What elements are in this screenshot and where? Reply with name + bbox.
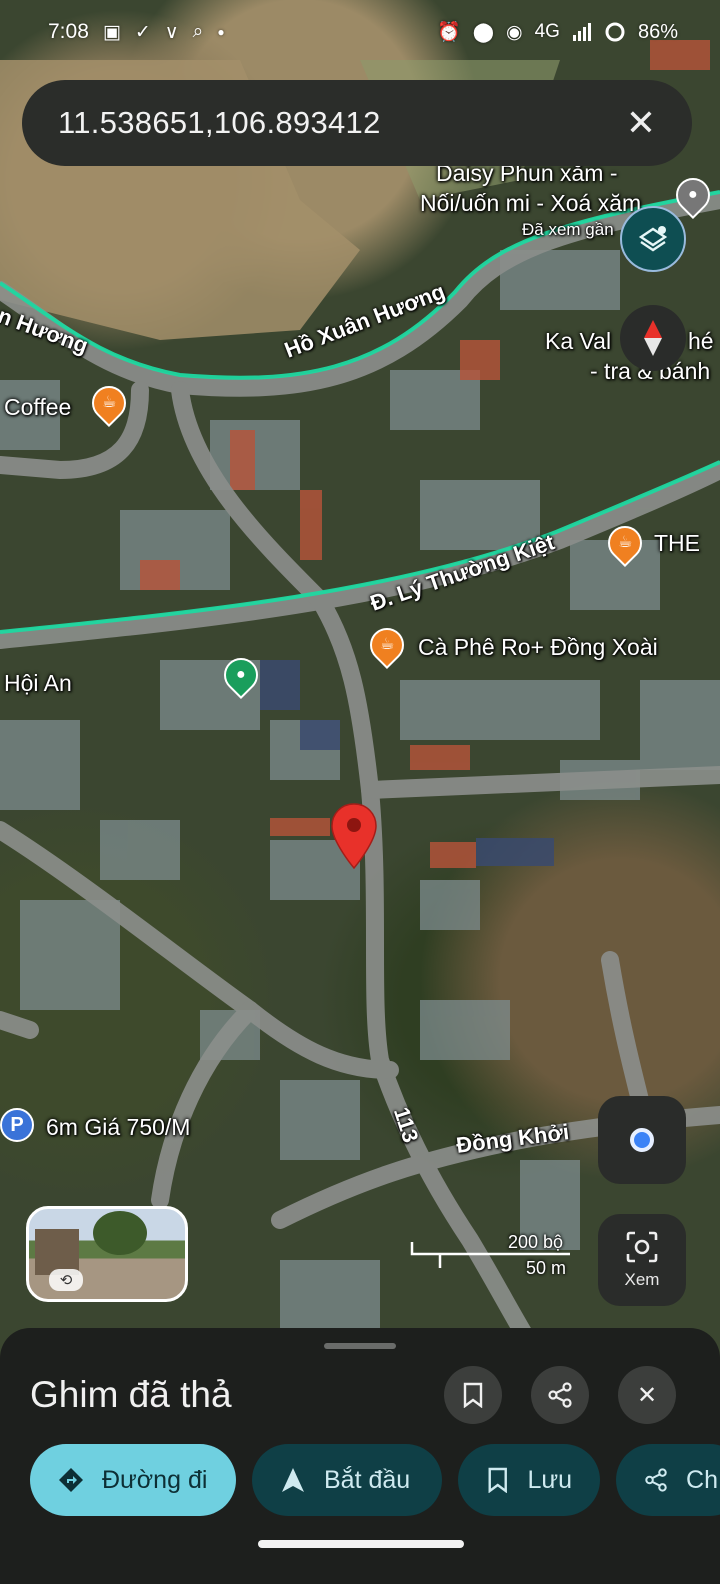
directions-label: Đường đi: [102, 1465, 208, 1494]
close-icon[interactable]: ✕: [626, 102, 656, 144]
search-query[interactable]: 11.538651,106.893412: [58, 105, 381, 141]
dot-notification-icon: ●: [217, 25, 225, 39]
poi-label-coffee[interactable]: Coffee: [4, 394, 71, 421]
street-view-360-icon: ⟲: [49, 1269, 83, 1291]
poi-label-viewed-recently: Đã xem gần: [522, 220, 614, 239]
status-time: 7:08: [48, 20, 89, 43]
alarm-icon: ⏰: [437, 22, 461, 43]
bookmark-icon: [488, 1467, 507, 1493]
dropped-pin-icon[interactable]: [330, 802, 378, 870]
share-icon: [645, 1468, 667, 1492]
view-lens-button[interactable]: Xem: [598, 1214, 686, 1306]
gesture-home-bar[interactable]: [258, 1540, 464, 1548]
layers-button[interactable]: [620, 206, 686, 272]
sheet-drag-handle[interactable]: [324, 1343, 396, 1349]
poi-label-daisy-line2[interactable]: Nối/uốn mi - Xoá xăm: [420, 190, 641, 217]
street-view-thumbnail[interactable]: ⟲: [26, 1206, 188, 1302]
parking-icon[interactable]: P: [0, 1108, 34, 1142]
poi-label-ka-val-cut[interactable]: hé: [688, 328, 714, 355]
my-location-button[interactable]: [598, 1096, 686, 1184]
navigation-arrow-icon: [282, 1468, 304, 1492]
camera-lens-icon: [626, 1231, 658, 1263]
battery-ring-icon: [605, 22, 625, 42]
scale-metric: 50 m: [526, 1258, 567, 1278]
battery-percent: 86%: [637, 20, 678, 43]
directions-button[interactable]: Đường đi: [30, 1444, 236, 1516]
location-dot-icon: [630, 1128, 654, 1152]
save-button[interactable]: Lưu: [458, 1444, 600, 1516]
poi-label-parking[interactable]: 6m Giá 750/M: [46, 1114, 190, 1141]
poi-label-ca-phe-ro[interactable]: Cà Phê Ro+ Đồng Xoài: [418, 634, 658, 661]
search-bar[interactable]: 11.538651,106.893412 ✕: [22, 80, 692, 166]
start-label: Bắt đầu: [324, 1465, 411, 1494]
view-button-label: Xem: [624, 1270, 660, 1289]
sheet-title: Ghim đã thả: [30, 1374, 232, 1415]
check-notification-icon: ✓: [134, 21, 151, 43]
poi-label-the[interactable]: THE: [654, 530, 700, 557]
bookmark-icon: [463, 1382, 483, 1408]
status-bar: 7:08 ▣ ✓ ∨ ⌕ ● ⏰ ⬤ ◉ 4G 86%: [0, 0, 720, 64]
share-label: Ch: [686, 1465, 718, 1494]
scale-imperial: 200 bộ: [508, 1232, 564, 1252]
close-sheet-button[interactable]: ✕: [618, 1366, 676, 1424]
directions-icon: [59, 1468, 83, 1492]
hotspot-icon: ◉: [506, 21, 523, 43]
poi-label-hoi-an[interactable]: Hội An: [4, 670, 72, 697]
v-notification-icon: ∨: [164, 21, 179, 43]
map-view[interactable]: Hồ Xuân Hương n Hương Đ. Lý Thường Kiệt …: [0, 0, 720, 1360]
save-label: Lưu: [527, 1465, 572, 1494]
signal-icon: [572, 23, 591, 41]
start-navigation-button[interactable]: Bắt đầu: [252, 1444, 442, 1516]
compass-button[interactable]: [620, 305, 686, 371]
share-button[interactable]: [531, 1366, 589, 1424]
search-notification-icon: ⌕: [192, 21, 204, 42]
poi-label-ka-val[interactable]: Ka Val: [545, 328, 611, 355]
network-type: 4G: [534, 21, 560, 42]
compass-icon: [644, 320, 662, 356]
layers-icon: [638, 226, 668, 252]
map-scale: 200 bộ 50 m: [410, 1232, 572, 1282]
chat-notification-icon: ▣: [102, 21, 121, 43]
location-status-icon: ⬤: [472, 21, 495, 43]
share-chip-button[interactable]: Ch: [616, 1444, 720, 1516]
save-bookmark-button[interactable]: [444, 1366, 502, 1424]
close-icon: ✕: [636, 1381, 658, 1409]
share-icon: [548, 1382, 572, 1408]
